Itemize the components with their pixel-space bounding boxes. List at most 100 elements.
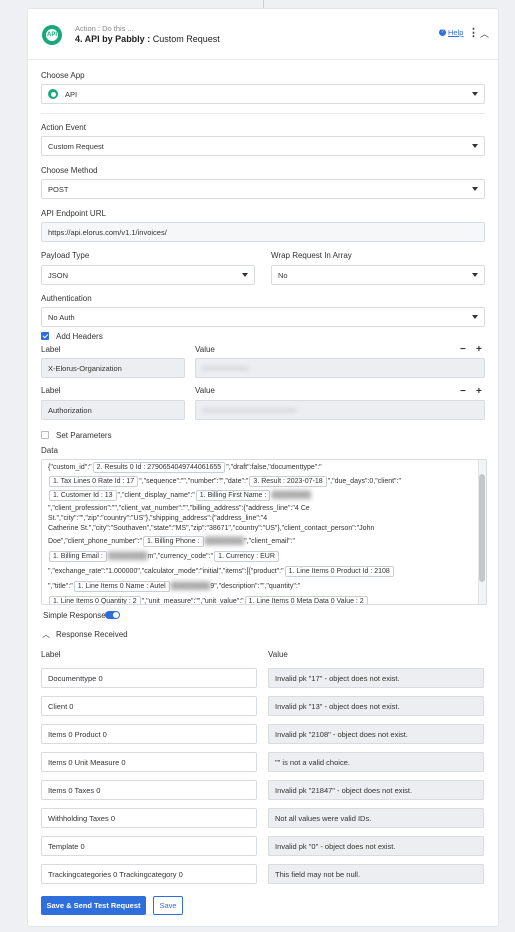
variable-chip[interactable]: 1. Line Items 0 Meta Data 0 Value : 2 xyxy=(244,596,368,604)
data-editor[interactable]: {"custom_id":" 2. Results 0 Id : 27906540… xyxy=(41,459,487,605)
add-header-icon[interactable]: + xyxy=(476,386,482,397)
response-label-field[interactable]: Items 0 Taxes 0 xyxy=(41,780,257,800)
response-value-field[interactable]: Invalid pk "13" - object does not exist. xyxy=(268,696,484,716)
authentication-value: No Auth xyxy=(48,312,75,322)
variable-chip[interactable]: 1. Tax Lines 0 Rate Id : 17 xyxy=(49,476,139,487)
header-value-input[interactable]: •••••••••••••••••• xyxy=(195,358,485,378)
header-value-redacted: •••••••••••••••••••••••••••••••••••• xyxy=(202,405,297,415)
save-send-test-request-button[interactable]: Save & Send Test Request xyxy=(41,896,146,915)
response-value-field[interactable]: Invalid pk "17" - object does not exist. xyxy=(268,668,484,688)
step-subtitle: Action : Do this ... xyxy=(75,24,134,33)
help-icon: ? xyxy=(439,29,446,36)
action-event-value: Custom Request xyxy=(48,141,104,151)
chevron-down-icon xyxy=(472,144,478,148)
add-headers-checkbox[interactable] xyxy=(41,332,49,340)
variable-chip[interactable]: 1. Currency : EUR xyxy=(214,551,279,562)
variable-chip[interactable]: 1. Billing Email : xyxy=(49,551,107,562)
data-line: Doe","client_phone_number":" 1. Billing P… xyxy=(48,536,295,547)
data-text: {"custom_id":" xyxy=(48,464,92,471)
variable-chip[interactable]: 1. Billing Phone : xyxy=(143,536,204,547)
wrap-request-select[interactable]: No xyxy=(271,265,485,285)
chevron-down-icon xyxy=(472,273,478,277)
response-label-field[interactable]: Client 0 xyxy=(41,696,257,716)
variable-chip[interactable]: 1. Billing First Name : xyxy=(195,490,271,501)
header-label-title: Label xyxy=(41,345,61,354)
endpoint-label: API Endpoint URL xyxy=(41,209,106,218)
endpoint-url-input[interactable]: https://api.elorus.com/v1.1/invoices/ xyxy=(41,222,485,242)
header-value-title: Value xyxy=(195,386,215,395)
data-line: 1. Tax Lines 0 Rate Id : 17 ","sequence":… xyxy=(48,476,401,487)
data-text: ","currency_code":" xyxy=(153,553,214,560)
choose-app-select[interactable]: API xyxy=(41,84,485,104)
response-value-field[interactable]: This field may not be null. xyxy=(268,864,484,884)
data-text: ","description":"","quantity":" xyxy=(214,583,301,590)
data-line: ","exchange_rate":"1.000000","calculator… xyxy=(48,566,395,577)
choose-method-value: POST xyxy=(48,184,69,194)
data-line: {"custom_id":" 2. Results 0 Id : 27906540… xyxy=(48,462,322,473)
redacted-value: ████████ xyxy=(107,553,148,560)
header-label-input[interactable]: Authorization xyxy=(41,400,185,420)
chevron-down-icon xyxy=(472,187,478,191)
data-text: ","title":" xyxy=(48,583,73,590)
chevron-down-icon xyxy=(472,315,478,319)
data-text: ","due_days":0,"client":" xyxy=(327,478,401,485)
choose-app-label: Choose App xyxy=(41,71,85,80)
response-received-title: Response Received xyxy=(56,630,128,639)
save-button[interactable]: Save xyxy=(153,896,183,915)
data-text: ","exchange_rate":"1.000000","calculator… xyxy=(48,568,284,575)
more-options-icon[interactable]: ⋮ xyxy=(468,26,479,39)
header-value-title: Value xyxy=(195,345,215,354)
response-value-field[interactable]: Invalid pk "21847" - object does not exi… xyxy=(268,780,484,800)
simple-response-label: Simple Response xyxy=(43,611,106,620)
header-value-redacted: •••••••••••••••••• xyxy=(202,363,250,373)
variable-chip[interactable]: 1. Customer Id : 13 xyxy=(49,490,117,501)
variable-chip[interactable]: 2. Results 0 Id : 2790654049744061655 xyxy=(92,462,226,473)
data-line: St.","city":"","zip":"country":"US"},"sh… xyxy=(48,515,267,522)
header-label-title: Label xyxy=(41,386,61,395)
data-scrollbar[interactable] xyxy=(478,460,486,604)
pabbly-api-logo-icon: API xyxy=(42,25,62,45)
collapse-chevron-up-icon[interactable]: ︿ xyxy=(480,27,489,40)
variable-chip[interactable]: 1. Line Items 0 Product Id : 2108 xyxy=(284,566,394,577)
data-text: St.","city":" xyxy=(48,515,81,522)
variable-chip[interactable]: 1. Line Items 0 Quantity : 2 xyxy=(49,596,141,604)
payload-type-select[interactable]: JSON xyxy=(41,265,255,285)
add-header-icon[interactable]: + xyxy=(476,344,482,355)
endpoint-url-value: https://api.elorus.com/v1.1/invoices/ xyxy=(48,227,167,237)
response-value-field[interactable]: Invalid pk "0" - object does not exist. xyxy=(268,836,484,856)
variable-chip[interactable]: 1. Line Items 0 Name : Autel xyxy=(73,581,170,592)
response-label-header: Label xyxy=(41,650,61,659)
remove-header-icon[interactable]: − xyxy=(460,344,466,355)
response-label-field[interactable]: Items 0 Product 0 xyxy=(41,724,257,744)
data-text: ","unit_measure":"","unit_value":" xyxy=(141,598,244,605)
header-label-value: Authorization xyxy=(48,405,92,415)
remove-header-icon[interactable]: − xyxy=(460,386,466,397)
data-text: Doe","client_phone_number":" xyxy=(48,538,142,545)
data-text: ","client_display_name":" xyxy=(117,492,195,499)
response-value-field[interactable]: "" is not a valid choice. xyxy=(268,752,484,772)
step-header: API Action : Do this ... 4. API by Pabbl… xyxy=(28,9,498,60)
data-line: 1. Billing Email : ████████m","currency_c… xyxy=(48,551,280,562)
set-parameters-checkbox[interactable] xyxy=(41,431,49,439)
simple-response-toggle[interactable] xyxy=(105,611,120,619)
chevron-down-icon xyxy=(472,92,478,96)
response-value-header: Value xyxy=(268,650,288,659)
response-collapse-chevron-icon[interactable]: ︿ xyxy=(42,629,50,640)
variable-chip[interactable]: 3. Result : 2023-07-18 xyxy=(249,476,327,487)
action-event-select[interactable]: Custom Request xyxy=(41,136,485,156)
response-label-field[interactable]: Items 0 Unit Measure 0 xyxy=(41,752,257,772)
api-app-icon xyxy=(48,89,58,99)
response-value-field[interactable]: Not all values were valid IDs. xyxy=(268,808,484,828)
header-value-input[interactable]: •••••••••••••••••••••••••••••••••••• xyxy=(195,400,485,420)
data-scroll-thumb[interactable] xyxy=(479,474,485,582)
response-label-field[interactable]: Trackingcategories 0 Trackingcategory 0 xyxy=(41,864,257,884)
response-label-field[interactable]: Documenttype 0 xyxy=(41,668,257,688)
response-value-field[interactable]: Invalid pk "2108" - object does not exis… xyxy=(268,724,484,744)
response-label-field[interactable]: Withholding Taxes 0 xyxy=(41,808,257,828)
header-label-input[interactable]: X-Elorus-Organization xyxy=(41,358,185,378)
choose-method-select[interactable]: POST xyxy=(41,179,485,199)
authentication-select[interactable]: No Auth xyxy=(41,307,485,327)
help-link[interactable]: ? Help xyxy=(439,28,463,37)
response-label-field[interactable]: Template 0 xyxy=(41,836,257,856)
divider xyxy=(41,113,485,114)
